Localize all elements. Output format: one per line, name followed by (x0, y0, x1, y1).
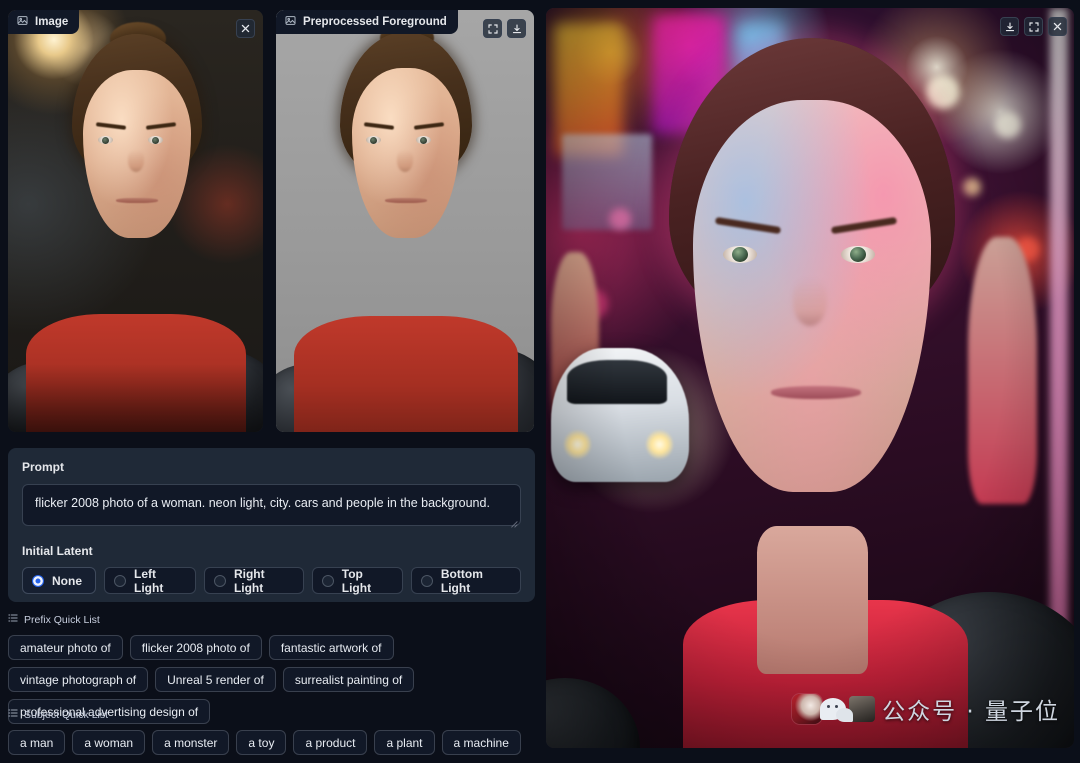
prefix-chip[interactable]: flicker 2008 photo of (129, 635, 262, 660)
radio-dot-icon (420, 574, 433, 587)
preprocessed-image (276, 10, 534, 432)
result-panel-canvas (546, 8, 1074, 748)
prefix-quick-list-header: Prefix Quick List (8, 613, 535, 626)
radio-option-top-light[interactable]: Top Light (311, 567, 403, 595)
source-eye-left (97, 136, 113, 144)
result-panel-actions (1000, 17, 1067, 36)
radio-dot-icon (213, 574, 226, 587)
source-head (56, 22, 216, 288)
prompt-input[interactable] (22, 484, 521, 526)
source-nose (127, 150, 144, 172)
preprocessed-head (324, 22, 486, 288)
app-root: Image Preprocessed Foreground 公众号 · 量子位 … (0, 0, 1080, 763)
source-eye-right (147, 136, 163, 144)
radio-option-right-light[interactable]: Right Light (203, 567, 304, 595)
source-mouth (115, 198, 158, 203)
prefix-chip[interactable]: surrealist painting of (282, 667, 415, 692)
close-icon[interactable] (236, 19, 255, 38)
subject-quick-list-label: Subject Quick List (24, 708, 109, 721)
radio-dot-icon (114, 574, 126, 587)
radio-dot-icon (321, 574, 334, 587)
fullscreen-icon[interactable] (1024, 17, 1043, 36)
radio-option-none[interactable]: None (22, 567, 96, 594)
image-panel: Image (8, 10, 263, 432)
image-panel-tab[interactable]: Image (8, 10, 80, 34)
image-panel-tab-label: Image (35, 16, 69, 28)
result-vignette (546, 8, 1074, 748)
subject-chip[interactable]: a product (293, 730, 368, 755)
subject-chip[interactable]: a woman (72, 730, 146, 755)
prompt-label: Prompt (22, 460, 64, 474)
image-icon (17, 15, 28, 29)
image-panel-canvas (8, 10, 263, 432)
preprocessed-panel-actions (483, 19, 526, 38)
radio-option-left-light[interactable]: Left Light (104, 567, 196, 595)
preprocessed-panel-canvas (276, 10, 534, 432)
prefix-chip[interactable]: amateur photo of (8, 635, 123, 660)
subject-chip[interactable]: a monster (152, 730, 230, 755)
preprocessed-eye-right (416, 136, 431, 144)
wechat-icon (820, 698, 854, 722)
subject-quick-list-header: Subject Quick List (8, 708, 535, 721)
prompt-field-wrap (22, 484, 521, 531)
subject-chip[interactable]: a toy (236, 730, 287, 755)
source-image (8, 10, 263, 432)
subject-quick-list-chips: a man a woman a monster a toy a product … (8, 730, 535, 755)
list-icon (8, 708, 18, 721)
prefix-chip[interactable]: vintage photograph of (8, 667, 149, 692)
subject-chip[interactable]: a plant (374, 730, 435, 755)
radio-dot-icon (32, 574, 44, 587)
preprocessed-nose (397, 150, 413, 172)
image-icon (285, 15, 296, 29)
initial-latent-label: Initial Latent (22, 544, 93, 558)
subject-quick-list: Subject Quick List a man a woman a monst… (8, 708, 535, 755)
list-icon (8, 613, 18, 626)
preprocessed-eye-left (366, 136, 381, 144)
result-image (546, 8, 1074, 748)
preprocessed-mouth (385, 198, 427, 203)
image-panel-actions (236, 19, 255, 38)
prefix-chip[interactable]: fantastic artwork of (268, 635, 394, 660)
settings-card: Prompt Initial Latent None Left Light Ri… (8, 448, 535, 602)
preprocessed-panel-tab-label: Preprocessed Foreground (303, 16, 447, 28)
prefix-chip[interactable]: Unreal 5 render of (155, 667, 276, 692)
fullscreen-icon[interactable] (483, 19, 502, 38)
watermark-avatar (792, 694, 823, 724)
initial-latent-options: None Left Light Right Light Top Light Bo… (22, 567, 521, 595)
prefix-quick-list-label: Prefix Quick List (24, 613, 100, 626)
download-icon[interactable] (507, 19, 526, 38)
watermark: 公众号 · 量子位 (792, 692, 1060, 726)
radio-option-bottom-light[interactable]: Bottom Light (410, 567, 521, 595)
download-icon[interactable] (1000, 17, 1019, 36)
watermark-text: 公众号 · 量子位 (882, 699, 1060, 725)
source-bottom-shade (8, 364, 263, 432)
preprocessed-foreground-panel: Preprocessed Foreground (276, 10, 534, 432)
preprocessed-panel-tab[interactable]: Preprocessed Foreground (276, 10, 458, 34)
subject-chip[interactable]: a man (8, 730, 66, 755)
subject-chip[interactable]: a machine (441, 730, 521, 755)
result-panel: 公众号 · 量子位 (546, 8, 1074, 748)
close-icon[interactable] (1048, 17, 1067, 36)
